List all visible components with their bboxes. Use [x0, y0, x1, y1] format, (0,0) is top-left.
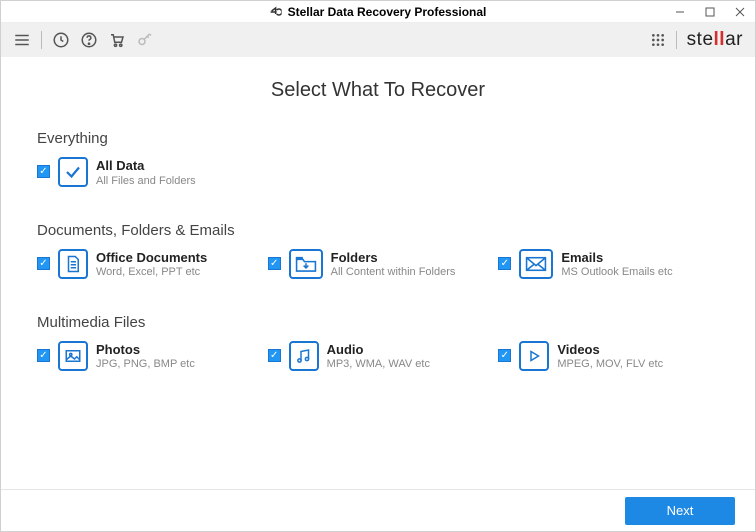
music-note-icon — [289, 341, 319, 371]
titlebar: Stellar Data Recovery Professional — [1, 1, 755, 23]
page-title: Select What To Recover — [37, 79, 719, 102]
separator — [41, 31, 42, 49]
item-label: Folders — [331, 250, 456, 266]
envelope-icon — [519, 249, 553, 279]
item-label: Photos — [96, 342, 195, 358]
document-icon — [58, 249, 88, 279]
section-heading-media: Multimedia Files — [37, 314, 719, 331]
checkbox-emails[interactable]: ✓ — [498, 257, 511, 270]
item-folders[interactable]: ✓ Folders All Content within Folders — [268, 249, 489, 280]
app-icon — [270, 6, 282, 18]
item-desc: All Files and Folders — [96, 174, 196, 188]
item-label: Emails — [561, 250, 672, 266]
next-button[interactable]: Next — [625, 497, 735, 525]
item-desc: JPG, PNG, BMP etc — [96, 357, 195, 371]
help-icon[interactable] — [80, 31, 98, 49]
close-button[interactable] — [725, 1, 755, 23]
section-heading-everything: Everything — [37, 130, 719, 147]
folder-download-icon — [289, 249, 323, 279]
history-icon[interactable] — [52, 31, 70, 49]
section-docs: Documents, Folders & Emails ✓ Office Doc… — [37, 222, 719, 280]
item-emails[interactable]: ✓ Emails MS Outlook Emails etc — [498, 249, 719, 280]
apps-grid-icon[interactable] — [650, 32, 666, 48]
separator — [676, 31, 677, 49]
section-everything: Everything ✓ All Data All Files and Fold… — [37, 130, 719, 188]
checkbox-office[interactable]: ✓ — [37, 257, 50, 270]
checkbox-audio[interactable]: ✓ — [268, 349, 281, 362]
item-photos[interactable]: ✓ Photos JPG, PNG, BMP etc — [37, 341, 258, 372]
toolbar: stellar — [1, 23, 755, 57]
item-desc: Word, Excel, PPT etc — [96, 265, 207, 279]
photo-icon — [58, 341, 88, 371]
item-office-documents[interactable]: ✓ Office Documents Word, Excel, PPT etc — [37, 249, 258, 280]
checkbox-all-data[interactable]: ✓ — [37, 165, 50, 178]
footer: Next — [1, 489, 755, 531]
item-desc: MS Outlook Emails etc — [561, 265, 672, 279]
checkbox-videos[interactable]: ✓ — [498, 349, 511, 362]
window-title: Stellar Data Recovery Professional — [288, 5, 487, 19]
item-desc: MPEG, MOV, FLV etc — [557, 357, 663, 371]
play-icon — [519, 341, 549, 371]
content-area: Select What To Recover Everything ✓ All … — [1, 57, 755, 372]
item-desc: All Content within Folders — [331, 265, 456, 279]
brand-logo: stellar — [687, 29, 743, 51]
menu-icon[interactable] — [13, 31, 31, 49]
checkbox-photos[interactable]: ✓ — [37, 349, 50, 362]
item-audio[interactable]: ✓ Audio MP3, WMA, WAV etc — [268, 341, 489, 372]
checkbox-folders[interactable]: ✓ — [268, 257, 281, 270]
item-all-data[interactable]: ✓ All Data All Files and Folders — [37, 157, 719, 188]
check-icon — [58, 157, 88, 187]
minimize-button[interactable] — [665, 1, 695, 23]
cart-icon[interactable] — [108, 31, 126, 49]
section-heading-docs: Documents, Folders & Emails — [37, 222, 719, 239]
item-label: Office Documents — [96, 250, 207, 266]
item-desc: MP3, WMA, WAV etc — [327, 357, 430, 371]
item-label: All Data — [96, 158, 196, 174]
item-label: Videos — [557, 342, 663, 358]
key-icon[interactable] — [136, 31, 154, 49]
maximize-button[interactable] — [695, 1, 725, 23]
item-videos[interactable]: ✓ Videos MPEG, MOV, FLV etc — [498, 341, 719, 372]
section-media: Multimedia Files ✓ Photos JPG, PNG, BMP … — [37, 314, 719, 372]
item-label: Audio — [327, 342, 430, 358]
